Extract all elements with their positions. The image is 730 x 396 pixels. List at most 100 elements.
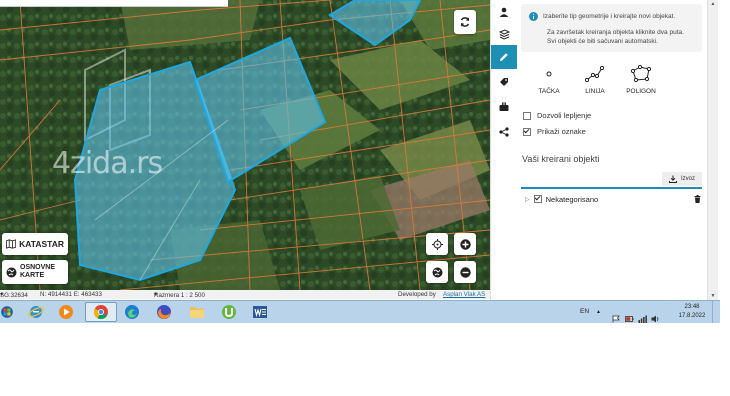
zoom-in-button[interactable] [454,233,476,255]
user-tab[interactable] [491,0,517,24]
basemap-globe-button[interactable] [426,261,448,283]
start-button[interactable] [0,302,14,322]
osnovne-label: OSNOVNE [20,264,56,271]
edge-icon [125,305,139,319]
point-label: TAČKA [538,88,560,95]
windows-start-icon [1,306,13,318]
taskbar-media-player[interactable] [52,302,80,322]
crs-select[interactable]: SG:32634 ▾ [0,291,28,299]
map-view[interactable]: 4zida.rs KATASTAR OSNOVNE KARTE [0,0,490,290]
export-button[interactable]: Izvoz [662,172,702,186]
plus-icon [459,238,471,250]
geometry-selector: TAČKA LINIJA POLIGON [521,60,702,100]
labels-checkbox[interactable] [523,127,531,136]
point-icon [546,71,552,77]
line-tool[interactable]: LINIJA [575,60,615,98]
scale-select[interactable]: Razmera 1 : 2 500 ▾ [154,291,205,299]
panel-scrollbar[interactable]: ▲ ▼ [707,0,718,300]
zoom-out-button[interactable] [454,261,476,283]
draw-tab[interactable] [491,45,517,69]
snap-checkbox[interactable] [523,111,531,120]
taskbar-utorrent[interactable] [215,302,243,322]
taskbar-explorer[interactable] [183,302,211,322]
layers-icon [498,28,510,40]
volume-icon[interactable] [651,308,660,330]
side-toolbar [490,0,518,300]
map-status-bar: SG:32634 ▾ N: 4914431 E: 463433 Razmera … [0,290,490,299]
globe-icon [6,267,17,277]
group-checkbox[interactable] [533,195,542,203]
word-icon [253,306,267,318]
snap-label: Dozvoli lepljenje [537,111,592,120]
windows-taskbar: EN ▲ 23:48 17.8.2022 [0,300,720,323]
clock-time: 23:48 [684,304,700,310]
info-box: Izaberite tip geometrije i kreirajte nov… [521,4,702,52]
tag-icon [500,78,508,86]
network-icon[interactable] [638,308,647,330]
karte-label: KARTE [20,272,45,279]
chrome-icon [93,305,108,320]
share-icon [499,127,509,137]
scroll-down-icon[interactable]: ▼ [708,292,718,300]
language-indicator[interactable]: EN [580,308,589,330]
tray-overflow-icon[interactable]: ▲ [596,309,601,331]
download-icon [668,175,677,183]
info-line-1: Izaberite tip geometrije i kreirajte nov… [543,13,676,20]
torrent-icon [222,305,236,319]
point-tool[interactable]: TAČKA [529,60,569,98]
battery-icon[interactable] [625,308,634,330]
clock[interactable]: 23:48 17.8.2022 [672,303,712,325]
objects-divider [521,187,702,189]
map-icon [6,239,17,249]
export-label: Izvoz [680,176,695,182]
crs-value: SG:32634 [0,292,28,299]
trash-icon[interactable] [694,195,701,203]
objects-title: Vaši kreirani objekti [522,154,600,164]
labels-label: Prikaži oznake [537,127,586,136]
labels-option[interactable]: Prikaži oznake [523,127,586,136]
osnovne-karte-button[interactable]: OSNOVNE KARTE [2,260,68,284]
polygon-label: POLIGON [626,88,656,95]
scale-value: Razmera 1 : 2 500 [154,292,205,299]
tree-group-row[interactable]: ▷ Nekategorisano [525,194,701,204]
show-desktop-button[interactable] [712,301,721,323]
refresh-button[interactable] [454,10,476,34]
satellite-imagery [0,0,490,290]
map-search-strip[interactable] [0,0,228,7]
locate-icon [431,238,443,250]
clock-date: 17.8.2022 [678,313,706,319]
info-line-3: Svi objekti će biti sačuvani automatski. [547,38,658,45]
watermark: 4zida.rs [52,146,163,181]
minus-icon [459,266,471,278]
folder-icon [190,307,204,318]
taskbar-ie[interactable] [22,302,50,322]
user-icon [499,7,509,17]
ie-icon [28,306,44,318]
taskbar-chrome[interactable] [85,302,117,322]
katastar-layer-button[interactable]: KATASTAR [2,233,68,255]
polygon-tool[interactable]: POLIGON [621,60,661,98]
info-icon [529,12,538,21]
line-icon [585,65,605,83]
locate-button[interactable] [426,233,448,255]
snap-option[interactable]: Dozvoli lepljenje [523,111,591,120]
draw-panel: Izaberite tip geometrije i kreirajte nov… [517,0,707,300]
expand-arrow-icon[interactable]: ▷ [525,196,530,203]
group-label: Nekategorisano [545,194,599,204]
briefcase-icon [499,102,509,111]
taskbar-firefox[interactable] [150,302,178,322]
pencil-icon [500,53,508,61]
layers-tab[interactable] [491,22,517,46]
developer-link[interactable]: Asplan Vlak AS [443,291,485,298]
scroll-up-icon[interactable]: ▲ [708,0,718,8]
info-line-2: Za završetak kreiranja objekta kliknite … [547,29,684,36]
briefcase-tab[interactable] [491,95,517,119]
line-label: LINIJA [585,88,605,95]
tag-tab[interactable] [491,70,517,94]
taskbar-word[interactable] [246,302,274,322]
developed-by-label: Developed by [398,291,436,298]
coordinates-readout: N: 4914431 E: 463433 [40,291,102,298]
share-tab[interactable] [491,120,517,144]
flag-icon[interactable] [612,308,620,330]
taskbar-edge[interactable] [118,302,146,322]
